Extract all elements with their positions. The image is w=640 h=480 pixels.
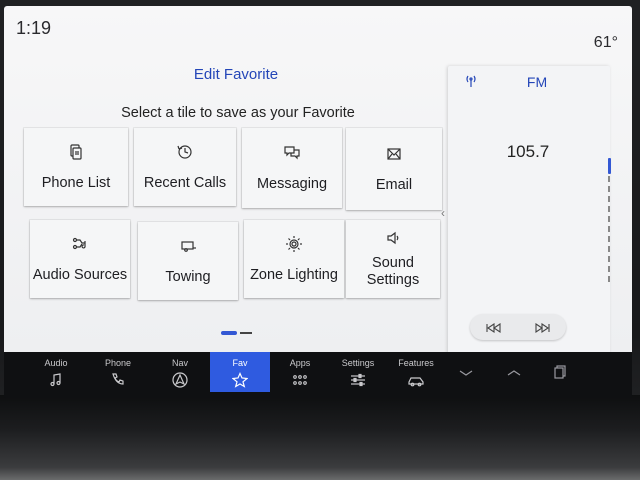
scroll-track <box>608 176 610 286</box>
tile-messaging[interactable]: Messaging <box>242 128 342 208</box>
tile-label: Email <box>375 176 413 193</box>
chevron-down-icon[interactable] <box>458 366 474 378</box>
nav-features[interactable]: Features <box>388 352 444 398</box>
tile-sound-settings[interactable]: Sound Settings <box>346 220 440 298</box>
page-indicator <box>221 331 252 335</box>
main-content: 1:19 61° Edit Favorite Select a tile to … <box>4 6 632 356</box>
tile-label: Audio Sources <box>32 266 128 283</box>
seek-controls <box>470 314 566 340</box>
clock-icon <box>176 143 194 161</box>
phone-list-icon <box>67 143 85 161</box>
nav-label: Phone <box>104 358 132 368</box>
nav-label: Fav <box>232 358 248 368</box>
page-title: Edit Favorite <box>193 66 279 83</box>
touchscreen: 1:19 61° Edit Favorite Select a tile to … <box>4 6 632 398</box>
nav-audio[interactable]: Audio <box>28 352 84 398</box>
signal-icon <box>464 74 478 88</box>
chevron-left-icon[interactable]: ‹ <box>441 206 445 220</box>
outside-temperature: 61° <box>593 34 618 51</box>
nav-nav[interactable]: Nav <box>152 352 208 398</box>
tile-label: Zone Lighting <box>250 266 338 283</box>
music-note-icon <box>48 372 64 388</box>
tile-email[interactable]: Email <box>346 128 442 210</box>
tile-zone-lighting[interactable]: Zone Lighting <box>244 220 344 298</box>
tile-recent-calls[interactable]: Recent Calls <box>134 128 236 206</box>
clock: 1:19 <box>16 18 52 38</box>
nav-phone[interactable]: Phone <box>90 352 146 398</box>
chevron-up-icon[interactable] <box>506 366 522 378</box>
nav-label: Features <box>398 358 434 368</box>
page-subtitle: Select a tile to save as your Favorite <box>121 105 355 121</box>
tile-label: Phone List <box>41 174 111 191</box>
radio-frequency: 105.7 <box>506 142 550 161</box>
car-icon <box>408 372 424 388</box>
tile-label: Sound Settings <box>366 255 420 288</box>
speaker-icon <box>384 229 402 247</box>
nav-label: Nav <box>171 358 188 368</box>
nav-label: Settings <box>341 358 375 368</box>
nav-apps[interactable]: Apps <box>272 352 328 398</box>
trailer-icon <box>179 237 197 255</box>
tile-towing[interactable]: Towing <box>138 222 238 300</box>
nav-label: Audio <box>44 358 68 368</box>
audio-sources-icon <box>71 235 89 253</box>
nav-label: Apps <box>289 358 311 368</box>
apps-grid-icon <box>292 372 308 388</box>
tile-label: Towing <box>165 268 211 285</box>
envelope-icon <box>385 145 403 163</box>
page-dot-active <box>221 331 237 335</box>
radio-band: FM <box>526 74 548 90</box>
radio-panel[interactable]: FM 105.7 <box>448 66 611 356</box>
dashboard-trim <box>0 395 640 480</box>
tile-phone-list[interactable]: Phone List <box>24 128 128 206</box>
page-dot[interactable] <box>240 332 252 334</box>
nav-fav[interactable]: Fav <box>210 352 270 392</box>
bottom-navbar: Audio Phone Nav Fav Apps Settings Featur… <box>4 352 632 398</box>
seek-back-icon[interactable] <box>485 321 503 334</box>
seek-forward-icon[interactable] <box>533 321 551 334</box>
scroll-thumb[interactable] <box>608 158 611 174</box>
tile-label: Messaging <box>256 175 328 192</box>
nav-settings[interactable]: Settings <box>330 352 386 398</box>
light-bulb-icon <box>285 235 303 253</box>
cards-icon[interactable] <box>552 364 568 380</box>
phone-icon <box>110 372 126 388</box>
star-icon <box>231 372 249 388</box>
chat-bubbles-icon <box>283 144 301 162</box>
navigation-arrow-icon <box>172 372 188 388</box>
sliders-icon <box>350 372 366 388</box>
tile-audio-sources[interactable]: Audio Sources <box>30 220 130 298</box>
tile-label: Recent Calls <box>143 174 227 191</box>
